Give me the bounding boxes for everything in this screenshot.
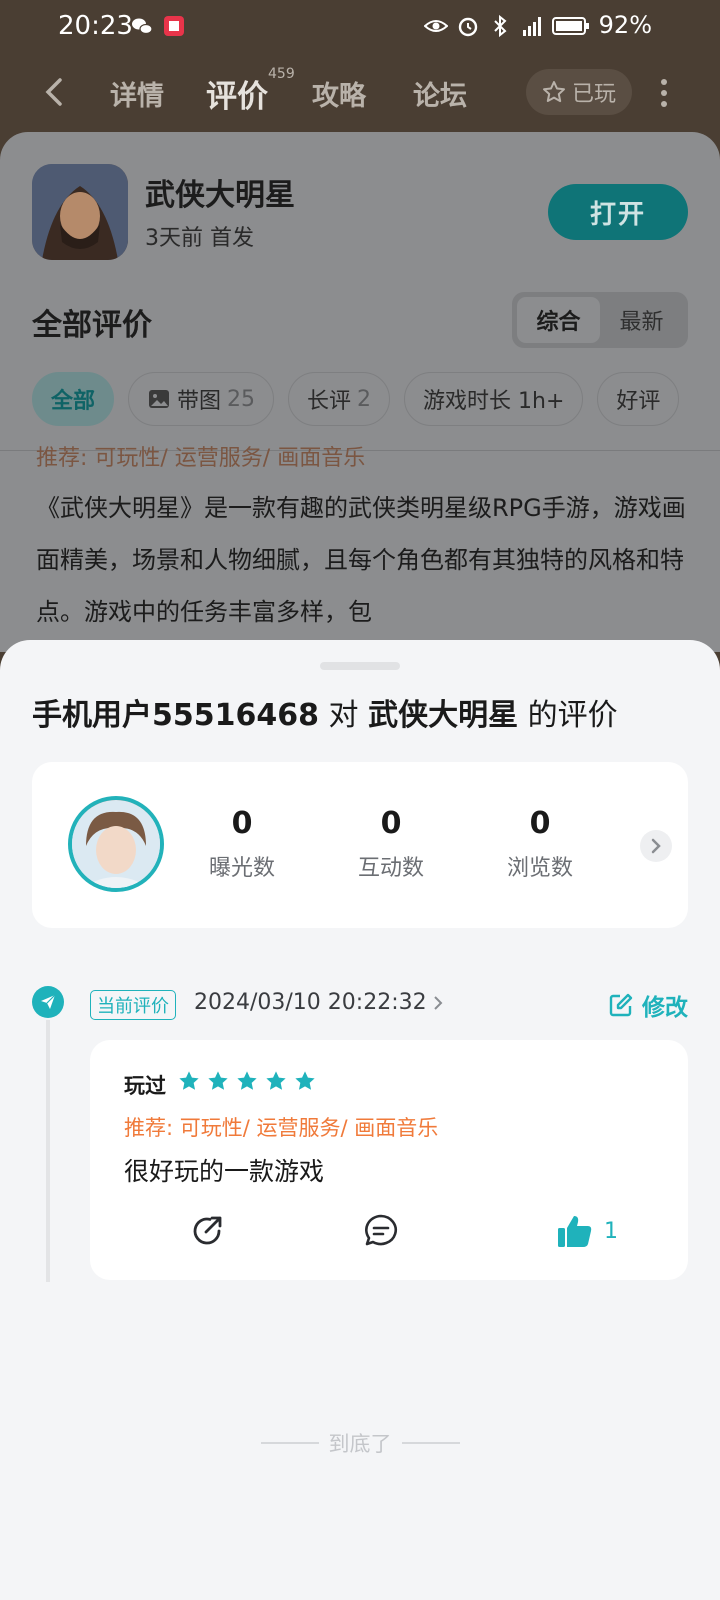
review-time-text: 2024/03/10 20:22:32 bbox=[194, 990, 427, 1015]
stat-label: 互动数 bbox=[357, 856, 424, 881]
share-icon bbox=[193, 1216, 222, 1245]
avatar-portrait bbox=[72, 800, 160, 888]
status-notifications bbox=[130, 14, 186, 38]
like-button[interactable]: 1 bbox=[556, 1212, 618, 1250]
sheet-connector: 对 bbox=[328, 698, 359, 733]
sheet-drag-handle[interactable] bbox=[320, 662, 400, 670]
filter-count: 2 bbox=[357, 386, 372, 412]
recommend-tags: 推荐: 可玩性/ 运营服务/ 画面音乐 bbox=[124, 1116, 439, 1140]
tab-reviews[interactable]: 评价 bbox=[206, 71, 268, 116]
review-text: 很好玩的一款游戏 bbox=[124, 1157, 325, 1186]
sheet-suffix: 的评价 bbox=[527, 698, 618, 733]
star-icon bbox=[179, 1071, 199, 1090]
status-time: 20:23 bbox=[58, 11, 133, 41]
preview-recommend-tags: 推荐: 可玩性/ 运营服务/ 画面音乐 bbox=[36, 446, 366, 471]
star-rating bbox=[178, 1070, 316, 1092]
comment-button[interactable] bbox=[362, 1212, 400, 1250]
image-icon bbox=[149, 390, 170, 408]
back-icon[interactable] bbox=[40, 72, 70, 112]
stat-label: 浏览数 bbox=[506, 856, 573, 881]
game-title: 武侠大明星 bbox=[145, 178, 295, 213]
avatar[interactable] bbox=[68, 796, 164, 892]
end-divider-right bbox=[401, 1442, 460, 1444]
filter-positive[interactable]: 好评 bbox=[597, 372, 680, 426]
star-icon bbox=[295, 1071, 315, 1090]
end-text: 到底了 bbox=[328, 1432, 392, 1456]
filter-playtime[interactable]: 游戏时长 1h+ bbox=[404, 372, 584, 426]
preview-review-text: 《武侠大明星》是一款有趣的武侠类明星级RPG手游，游戏画面精美，场景和人物细腻，… bbox=[36, 494, 686, 626]
filter-with-images[interactable]: 带图 25 bbox=[128, 372, 275, 426]
game-portrait bbox=[32, 164, 128, 260]
game-release-info: 3天前 首发 bbox=[145, 226, 254, 251]
sort-toggle: 综合 最新 bbox=[512, 292, 688, 348]
stat-interaction: 0 互动数 bbox=[331, 806, 451, 882]
sort-latest[interactable]: 最新 bbox=[600, 297, 683, 343]
status-system-icons bbox=[424, 14, 590, 38]
review-count-badge: 459 bbox=[268, 66, 295, 82]
filter-all[interactable]: 全部 bbox=[32, 372, 115, 426]
eye-icon bbox=[424, 20, 448, 32]
tab-details[interactable]: 详情 bbox=[110, 74, 164, 113]
star-icon bbox=[208, 1071, 228, 1090]
star-outline-icon bbox=[542, 81, 565, 103]
filter-label: 好评 bbox=[616, 389, 661, 414]
sheet-game-name: 武侠大明星 bbox=[368, 698, 519, 733]
played-label: 已玩 bbox=[571, 82, 616, 107]
edit-label: 修改 bbox=[642, 995, 688, 1021]
more-icon[interactable] bbox=[660, 78, 668, 108]
stat-exposure: 0 曝光数 bbox=[182, 806, 302, 882]
filter-label: 全部 bbox=[51, 389, 96, 414]
all-reviews-title: 全部评价 bbox=[32, 308, 152, 343]
sheet-user-name: 手机用户55516468 bbox=[32, 698, 319, 733]
end-of-list: 到底了 bbox=[0, 1428, 720, 1458]
current-review-tag: 当前评价 bbox=[90, 990, 176, 1020]
edit-icon bbox=[609, 993, 633, 1017]
battery-icon bbox=[552, 17, 589, 35]
battery-percent: 92% bbox=[598, 11, 652, 39]
sheet-title: 手机用户55516468 对 武侠大明星 的评价 bbox=[32, 690, 618, 734]
filter-label: 游戏时长 1h+ bbox=[423, 389, 565, 414]
review-card: 玩过 推荐: 可玩性/ 运营服务/ 画面音乐 很好玩的一款游戏 1 bbox=[90, 1040, 688, 1280]
wechat-icon bbox=[132, 18, 153, 35]
sort-comprehensive[interactable]: 综合 bbox=[517, 297, 600, 343]
chevron-right-icon bbox=[433, 995, 443, 1010]
status-bar: 20:23 92% bbox=[0, 0, 720, 52]
comment-icon bbox=[365, 1214, 397, 1246]
timeline-line bbox=[46, 1020, 50, 1282]
tab-guides[interactable]: 攻略 bbox=[312, 74, 366, 113]
share-button[interactable] bbox=[188, 1212, 226, 1250]
stat-views: 0 浏览数 bbox=[480, 806, 600, 882]
stats-card[interactable]: 0 曝光数 0 互动数 0 浏览数 bbox=[32, 762, 688, 928]
reviews-page: 武侠大明星 3天前 首发 打开 全部评价 综合 最新 全部 带图 25 长评 2… bbox=[0, 132, 720, 652]
star-icon bbox=[266, 1071, 286, 1090]
book-app-icon bbox=[164, 16, 184, 36]
star-icon bbox=[237, 1071, 257, 1090]
thumbs-up-icon bbox=[558, 1216, 592, 1247]
played-button[interactable]: 已玩 bbox=[526, 69, 632, 115]
top-navigation: 详情 评价 459 攻略 论坛 已玩 bbox=[0, 52, 720, 132]
stat-label: 曝光数 bbox=[208, 856, 275, 881]
bluetooth-icon bbox=[494, 14, 507, 38]
stat-value: 0 bbox=[529, 806, 551, 841]
filter-count: 25 bbox=[227, 386, 256, 412]
stat-value: 0 bbox=[380, 806, 402, 841]
edit-button[interactable]: 修改 bbox=[608, 988, 688, 1022]
filter-label: 长评 bbox=[307, 389, 352, 414]
send-icon bbox=[32, 986, 64, 1018]
stat-value: 0 bbox=[231, 806, 253, 841]
review-detail-sheet: 手机用户55516468 对 武侠大明星 的评价 0 曝光数 0 互动数 0 浏… bbox=[0, 640, 720, 1600]
chevron-right-icon[interactable] bbox=[640, 830, 672, 862]
filter-long-review[interactable]: 长评 2 bbox=[288, 372, 391, 426]
tab-forum[interactable]: 论坛 bbox=[413, 74, 467, 113]
end-divider-left bbox=[260, 1442, 319, 1444]
open-game-button[interactable]: 打开 bbox=[548, 184, 688, 240]
alarm-icon bbox=[458, 17, 478, 37]
game-icon[interactable] bbox=[32, 164, 128, 260]
played-status: 玩过 bbox=[124, 1074, 166, 1098]
signal-icon bbox=[523, 17, 541, 36]
like-count: 1 bbox=[604, 1218, 618, 1244]
review-timestamp[interactable]: 2024/03/10 20:22:32 bbox=[194, 990, 443, 1015]
filter-label: 带图 bbox=[177, 389, 222, 414]
filter-chips: 全部 带图 25 长评 2 游戏时长 1h+ 好评 bbox=[32, 372, 680, 426]
